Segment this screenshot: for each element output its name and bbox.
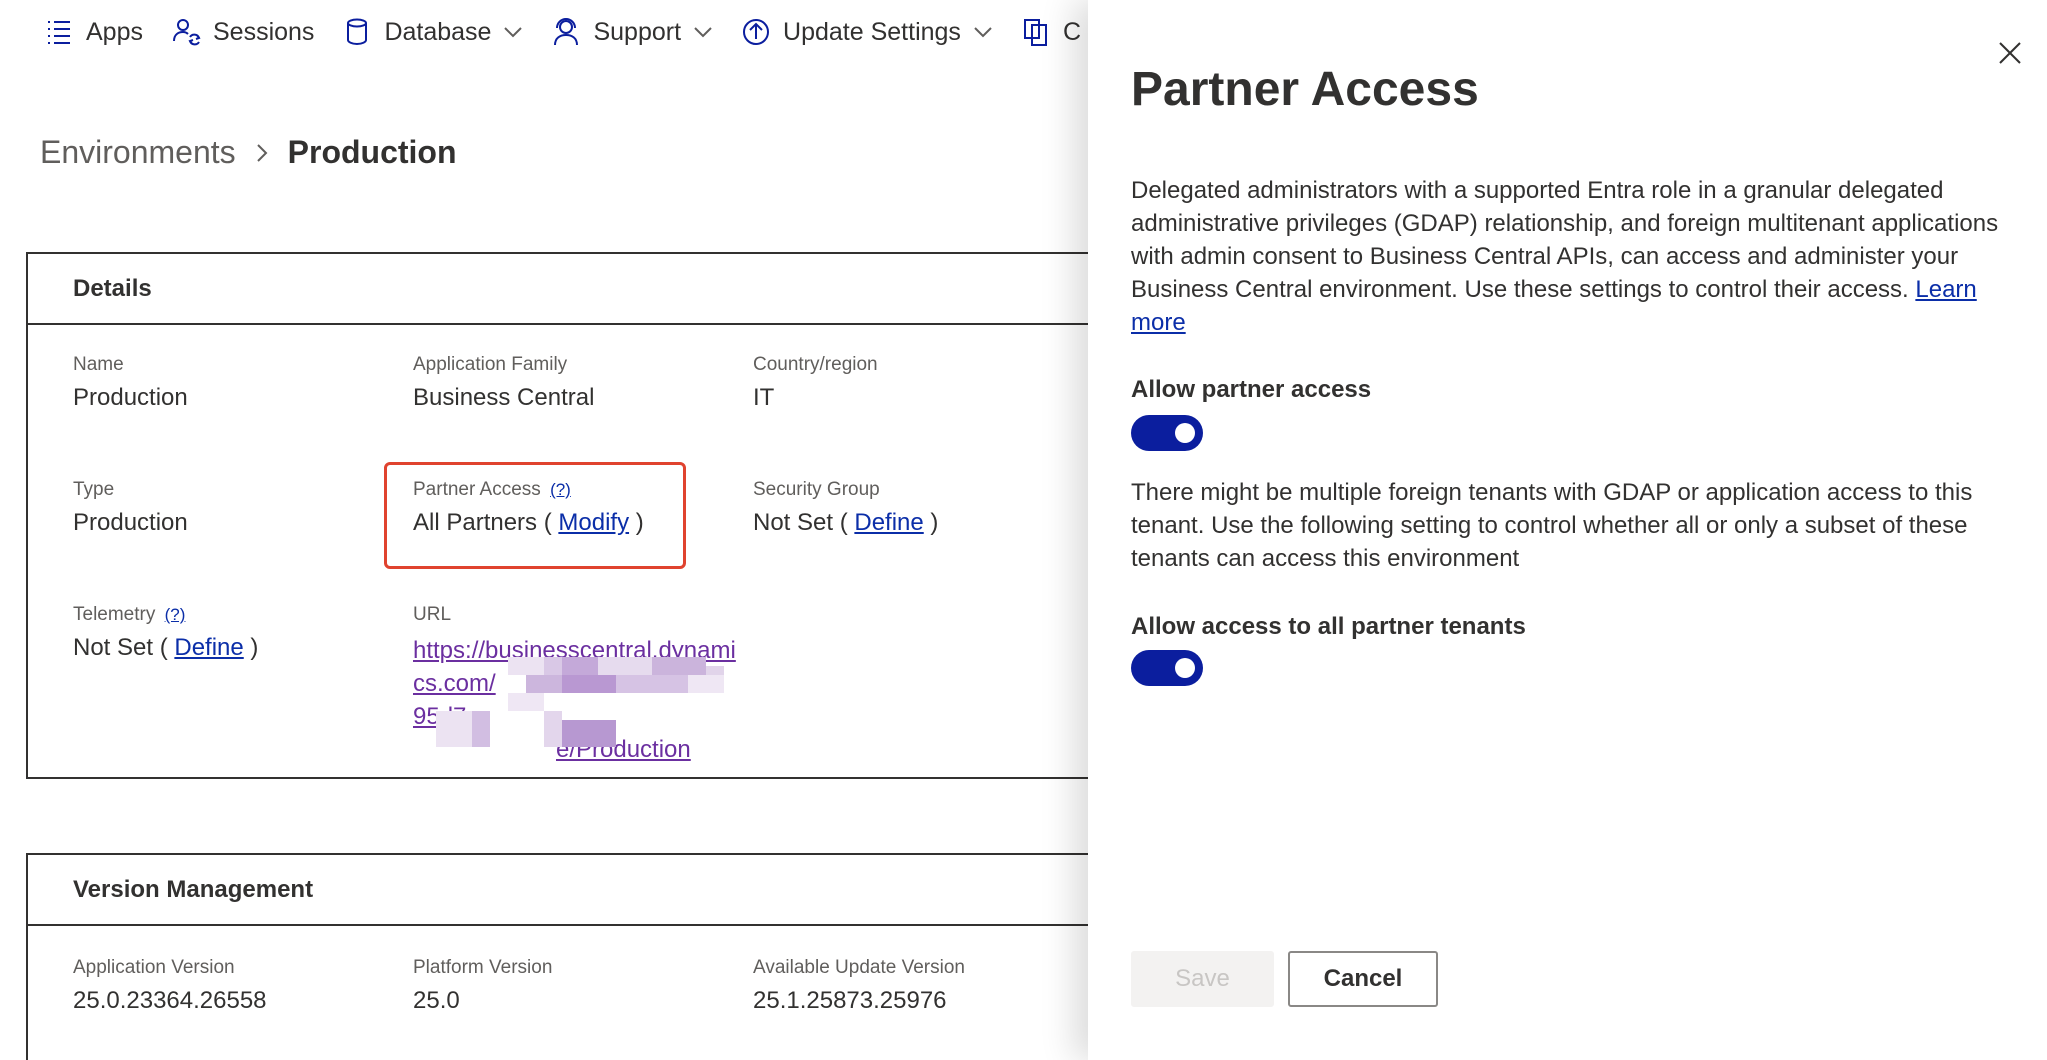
application-family-value: Business Central xyxy=(413,384,595,411)
application-family-label: Application Family xyxy=(413,354,568,375)
partner-access-help-link[interactable]: (?) xyxy=(550,480,571,499)
application-version-value: 25.0.23364.26558 xyxy=(73,987,267,1014)
telemetry-field: Telemetry (?) Not Set ( Define ) xyxy=(73,604,258,662)
security-group-value: Not Set ( xyxy=(753,509,848,536)
chevron-down-icon xyxy=(693,22,713,42)
apps-label: Apps xyxy=(86,17,143,46)
application-version-field: Application Version 25.0.23364.26558 xyxy=(73,957,267,1015)
partner-access-value-suffix: ) xyxy=(635,509,644,536)
database-command[interactable]: Database xyxy=(342,17,523,47)
application-family-field: Application Family Business Central xyxy=(413,354,594,412)
available-update-label: Available Update Version xyxy=(753,957,965,978)
available-update-field: Available Update Version 25.1.25873.2597… xyxy=(753,957,965,1015)
type-label: Type xyxy=(73,479,115,500)
type-value: Production xyxy=(73,509,188,536)
modify-link[interactable]: Modify xyxy=(558,509,629,536)
copy-icon xyxy=(1021,17,1051,47)
platform-version-value: 25.0 xyxy=(413,987,460,1014)
version-management-card: Version Management Application Version 2… xyxy=(26,853,1126,1060)
headset-person-icon xyxy=(551,17,581,47)
details-card: Details Name Production Application Fami… xyxy=(26,252,1126,779)
chevron-down-icon xyxy=(973,22,993,42)
telemetry-label: Telemetry xyxy=(73,604,156,625)
person-sync-icon xyxy=(171,17,201,47)
database-icon xyxy=(342,17,372,47)
name-value: Production xyxy=(73,384,188,411)
url-label: URL xyxy=(413,604,452,625)
telemetry-define-link[interactable]: Define xyxy=(174,634,243,661)
update-settings-command[interactable]: Update Settings xyxy=(741,17,993,47)
panel-note: There might be multiple foreign tenants … xyxy=(1131,479,1973,572)
breadcrumb-current: Production xyxy=(287,134,457,170)
database-label: Database xyxy=(384,17,492,46)
country-label: Country/region xyxy=(753,354,878,375)
close-icon xyxy=(1999,42,2021,64)
name-label: Name xyxy=(73,354,124,375)
telemetry-value: Not Set ( xyxy=(73,634,168,661)
country-value: IT xyxy=(753,384,775,411)
security-group-label: Security Group xyxy=(753,479,880,500)
type-field: Type Production xyxy=(73,479,188,537)
details-header: Details xyxy=(28,254,1124,325)
panel-description-text: Delegated administrators with a supporte… xyxy=(1131,177,1999,303)
panel-title: Partner Access xyxy=(1131,63,1479,116)
allow-all-tenants-label: Allow access to all partner tenants xyxy=(1131,613,1526,640)
update-settings-label: Update Settings xyxy=(783,17,961,46)
chevron-right-icon xyxy=(252,143,272,163)
breadcrumb-environments[interactable]: Environments xyxy=(40,134,236,171)
platform-version-label: Platform Version xyxy=(413,957,553,978)
toggle-knob xyxy=(1175,423,1195,443)
copy-command[interactable]: C xyxy=(1021,17,1081,47)
panel-description: Delegated administrators with a supporte… xyxy=(1131,174,2031,339)
sessions-label: Sessions xyxy=(212,17,315,46)
apps-command[interactable]: Apps xyxy=(44,17,143,47)
partner-access-panel: Partner Access Delegated administrators … xyxy=(1088,0,2047,1060)
security-group-define-link[interactable]: Define xyxy=(854,509,923,536)
platform-version-field: Platform Version 25.0 xyxy=(413,957,552,1015)
arrow-up-circle-icon xyxy=(741,17,771,47)
close-panel-button[interactable] xyxy=(1995,38,2025,68)
version-management-header: Version Management xyxy=(28,855,1124,926)
allow-partner-access-label: Allow partner access xyxy=(1131,376,1372,403)
breadcrumb: Environments Production xyxy=(40,134,457,171)
support-label: Support xyxy=(593,17,682,46)
country-field: Country/region IT xyxy=(753,354,878,412)
name-field: Name Production xyxy=(73,354,188,412)
available-update-value: 25.1.25873.25976 xyxy=(753,987,947,1014)
partner-access-value: All Partners ( xyxy=(413,509,552,536)
telemetry-help-link[interactable]: (?) xyxy=(165,605,186,624)
cancel-button[interactable]: Cancel xyxy=(1288,951,1438,1007)
allow-partner-access-toggle[interactable] xyxy=(1131,415,1203,451)
sessions-command[interactable]: Sessions xyxy=(171,17,314,47)
chevron-down-icon xyxy=(503,22,523,42)
support-command[interactable]: Support xyxy=(551,17,713,47)
security-group-field: Security Group Not Set ( Define ) xyxy=(753,479,938,537)
partner-access-field: Partner Access (?) All Partners ( Modify… xyxy=(413,479,644,537)
partner-access-label: Partner Access xyxy=(413,479,541,500)
toggle-knob xyxy=(1175,658,1195,678)
command-bar: Apps Sessions Database Support Update Se… xyxy=(0,0,1100,64)
list-icon xyxy=(44,17,74,47)
telemetry-value-suffix: ) xyxy=(250,634,259,661)
save-button[interactable]: Save xyxy=(1131,951,1274,1007)
security-group-value-suffix: ) xyxy=(930,509,939,536)
copy-label: C xyxy=(1062,17,1081,46)
application-version-label: Application Version xyxy=(73,957,235,978)
allow-all-tenants-toggle[interactable] xyxy=(1131,650,1203,686)
